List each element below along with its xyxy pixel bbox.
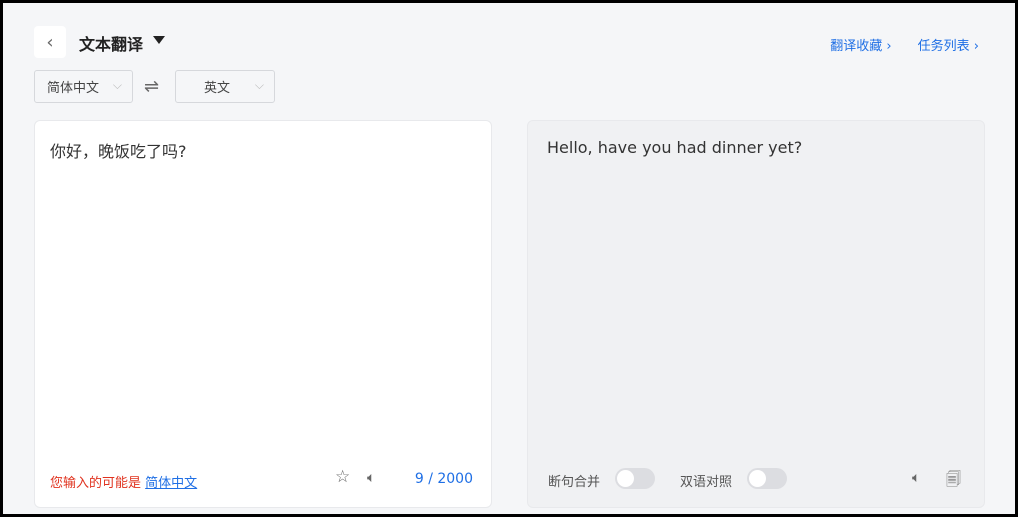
chevron-left-icon: ‹ [46,31,54,53]
task-list-link[interactable]: 任务列表 › [918,35,979,54]
source-panel[interactable]: 你好，晚饭吃了吗? 您输入的可能是 简体中文 ☆ 🔈︎ 9 / 2000 [34,120,492,508]
star-icon[interactable]: ☆ [335,467,350,487]
swap-languages-icon[interactable]: ⇌ [144,76,159,97]
detected-language-link[interactable]: 简体中文 [145,476,197,491]
bilingual-label: 双语对照 [680,475,733,490]
result-panel: Hello, have you had dinner yet? 断句合并 双语对… [527,120,985,508]
translation-output: Hello, have you had dinner yet? [547,138,803,157]
back-button[interactable]: ‹ [34,26,66,58]
page-title: 文本翻译 [79,35,144,54]
language-detect-hint: 您输入的可能是 简体中文 [50,476,198,491]
chevron-down-icon: ⌵ [112,78,122,92]
speaker-icon[interactable]: 🔈︎ [912,470,920,486]
speaker-icon[interactable]: 🔈︎ [367,470,375,486]
favorites-link[interactable]: 翻译收藏 › [830,35,891,54]
source-language-select[interactable]: 简体中文 ⌵ [34,70,133,103]
translate-page: ‹ 文本翻译 翻译收藏 › 任务列表 › 简体中文 ⌵ ⇌ 英文 ⌵ 你好，晚饭吃了… [3,3,1015,514]
target-language-select[interactable]: 英文 ⌵ [175,70,275,103]
sentence-merge-label: 断句合并 [548,475,601,490]
source-input[interactable]: 你好，晚饭吃了吗? [50,138,187,162]
bilingual-toggle[interactable] [747,468,787,489]
copy-icon[interactable]: 🗐 [946,469,961,494]
chevron-down-icon: ⌵ [254,78,264,92]
sentence-merge-toggle[interactable] [615,468,655,489]
char-count: 9 / 2000 [414,471,473,487]
title-dropdown-icon[interactable] [153,36,165,44]
